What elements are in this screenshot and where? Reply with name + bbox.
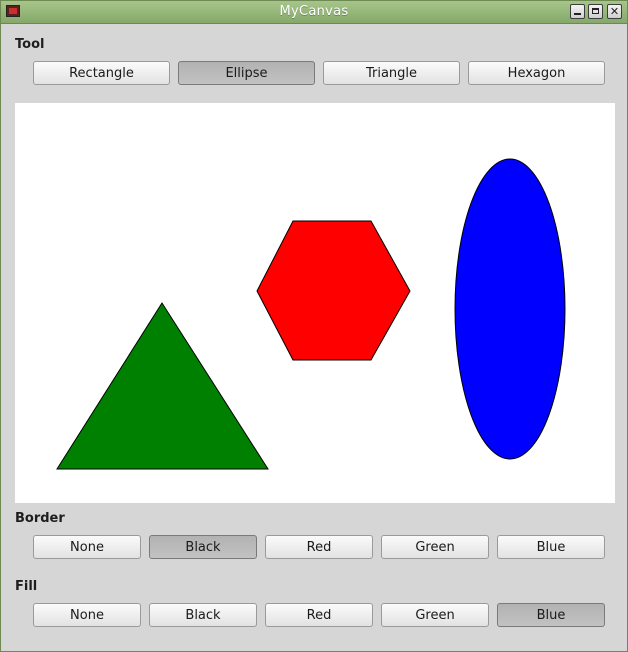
title-bar[interactable]: MyCanvas ✕ bbox=[1, 1, 627, 24]
border-red-button[interactable]: Red bbox=[265, 535, 373, 559]
drawing-canvas[interactable] bbox=[15, 103, 615, 503]
close-icon[interactable]: ✕ bbox=[607, 4, 622, 19]
fill-label: Fill bbox=[15, 579, 38, 594]
tool-hexagon-button[interactable]: Hexagon bbox=[468, 61, 605, 85]
minimize-icon[interactable] bbox=[570, 4, 585, 19]
fill-none-button[interactable]: None bbox=[33, 603, 141, 627]
fill-button-group: None Black Red Green Blue bbox=[33, 603, 613, 627]
fill-blue-button[interactable]: Blue bbox=[497, 603, 605, 627]
red-hexagon bbox=[256, 220, 411, 361]
fill-black-button[interactable]: Black bbox=[149, 603, 257, 627]
blue-ellipse bbox=[454, 158, 566, 460]
green-triangle bbox=[56, 302, 269, 470]
app-window: MyCanvas ✕ Tool Rectangle Ellipse Triang… bbox=[0, 0, 628, 652]
tool-button-group: Rectangle Ellipse Triangle Hexagon bbox=[33, 61, 613, 85]
border-black-button[interactable]: Black bbox=[149, 535, 257, 559]
border-green-button[interactable]: Green bbox=[381, 535, 489, 559]
border-blue-button[interactable]: Blue bbox=[497, 535, 605, 559]
tool-label: Tool bbox=[15, 37, 45, 52]
fill-green-button[interactable]: Green bbox=[381, 603, 489, 627]
fill-red-button[interactable]: Red bbox=[265, 603, 373, 627]
maximize-icon[interactable] bbox=[588, 4, 603, 19]
border-button-group: None Black Red Green Blue bbox=[33, 535, 613, 559]
border-none-button[interactable]: None bbox=[33, 535, 141, 559]
tool-rectangle-button[interactable]: Rectangle bbox=[33, 61, 170, 85]
window-title: MyCanvas bbox=[279, 4, 349, 19]
border-label: Border bbox=[15, 511, 65, 526]
tool-triangle-button[interactable]: Triangle bbox=[323, 61, 460, 85]
tool-ellipse-button[interactable]: Ellipse bbox=[178, 61, 315, 85]
